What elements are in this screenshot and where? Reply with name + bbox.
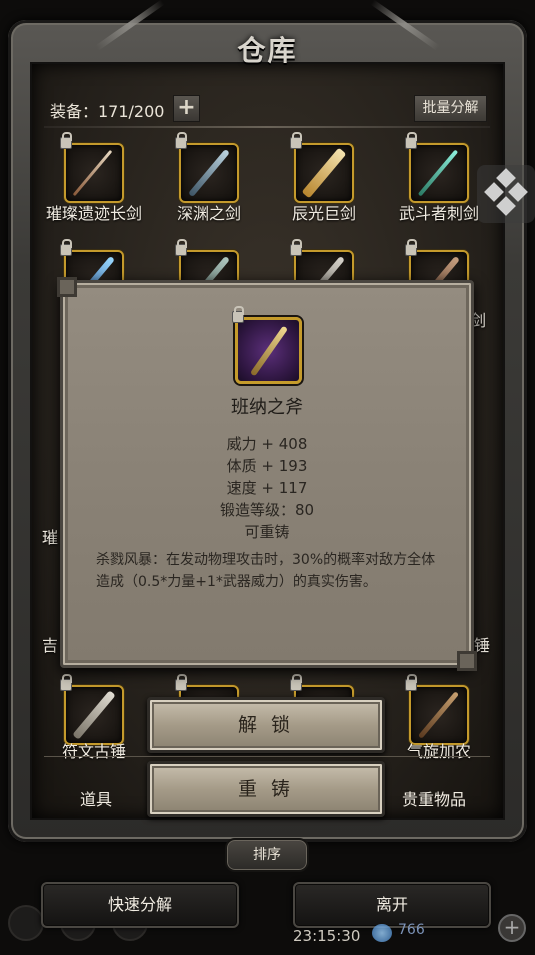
- lock-icon: [405, 239, 417, 256]
- lock-icon: [290, 132, 302, 149]
- item-slot[interactable]: [175, 132, 239, 203]
- lock-icon: [405, 674, 417, 691]
- lock-icon: [405, 132, 417, 149]
- leave-button[interactable]: 离开: [293, 882, 491, 928]
- hammer-icon: [72, 690, 116, 740]
- rapier-icon: [417, 149, 459, 197]
- equipment-count: 装备：171/200: [50, 102, 165, 121]
- item-slot[interactable]: [405, 674, 469, 745]
- lock-icon: [175, 132, 187, 149]
- item-tooltip: 班纳之斧 威力 + 408 体质 + 193 速度 + 117 锻造等级：80 …: [57, 277, 477, 671]
- batch-decompose-button[interactable]: 批量分解: [414, 95, 487, 122]
- lock-icon: [175, 674, 187, 691]
- lock-icon: [290, 674, 302, 691]
- add-icon[interactable]: +: [498, 914, 526, 942]
- item-slot[interactable]: [60, 132, 124, 203]
- tab-items[interactable]: 道具: [80, 786, 112, 810]
- item-label-partial: 璀: [41, 528, 58, 547]
- page-title: 仓库: [237, 34, 298, 67]
- sword-icon: [72, 149, 113, 197]
- expand-capacity-button[interactable]: +: [173, 95, 200, 122]
- item-description: 杀戮风暴：在发动物理攻击时，30%的概率对敌方全体造成（0.5*力量+1*武器威…: [96, 552, 436, 590]
- item-slot[interactable]: [405, 132, 469, 203]
- cannon-icon: [417, 691, 460, 739]
- item-label: 辰光巨剑: [291, 204, 356, 223]
- item-label-partial: 吉: [41, 636, 58, 655]
- stat-recastable: 可重铸: [244, 523, 290, 541]
- axe-icon: [249, 325, 288, 376]
- tabs-divider: [44, 756, 490, 757]
- sort-button[interactable]: 排序: [225, 838, 309, 872]
- item-tooltip-icon: [232, 306, 302, 384]
- lock-icon: [175, 239, 187, 256]
- lock-icon: [60, 132, 72, 149]
- stat-power: 威力 + 408: [226, 435, 308, 453]
- title-plate: 仓库: [200, 22, 335, 76]
- sword-icon: [188, 148, 230, 198]
- unlock-button[interactable]: 解 锁: [147, 697, 385, 753]
- lock-icon: [290, 239, 302, 256]
- item-label: 气旋加农: [406, 742, 471, 761]
- item-label: 武斗者刺剑: [398, 204, 479, 223]
- item-label: 深渊之剑: [176, 204, 241, 223]
- recast-button[interactable]: 重 铸: [147, 761, 385, 817]
- item-label: 璀璨遗迹长剑: [45, 204, 142, 223]
- item-slot[interactable]: [290, 132, 354, 203]
- item-slot[interactable]: [60, 674, 124, 745]
- item-label: 符文古锤: [61, 742, 126, 761]
- lock-icon: [60, 674, 72, 691]
- lock-icon: [60, 239, 72, 256]
- clock-text: 23:15:30: [293, 927, 361, 945]
- greatsword-icon: [301, 147, 347, 199]
- stat-forge-level: 锻造等级：80: [219, 501, 315, 519]
- gem-count: 766: [398, 922, 425, 938]
- item-name: 班纳之斧: [231, 397, 303, 418]
- gem-icon: [372, 924, 392, 942]
- lock-icon: [232, 306, 244, 323]
- hud-circle: [8, 905, 44, 941]
- header-divider: [44, 126, 490, 128]
- stat-constitution: 体质 + 193: [226, 457, 308, 475]
- quick-decompose-button[interactable]: 快速分解: [41, 882, 239, 928]
- stat-speed: 速度 + 117: [226, 479, 308, 497]
- tab-valuables[interactable]: 贵重物品: [402, 786, 466, 810]
